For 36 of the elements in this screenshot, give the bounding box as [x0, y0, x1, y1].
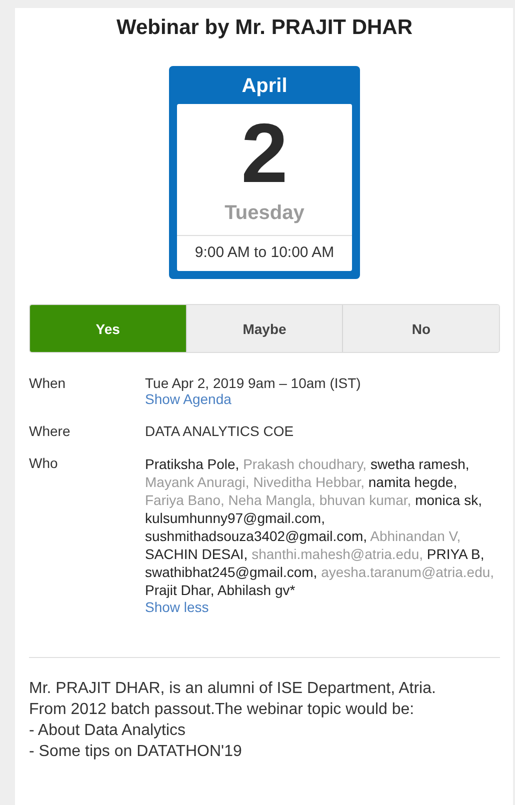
- description-text: Mr. PRAJIT DHAR, is an alumni of ISE Department, Atria. From 2012 batch passout.The webinar topic would be: - About Data Analytics - Some tips on DATATHON'19: [29, 679, 437, 762]
- show-less-link[interactable]: Show less: [145, 599, 209, 615]
- guest-name: Fariya Bano,: [145, 492, 224, 508]
- guest-name: bhuvan kumar,: [319, 492, 412, 508]
- guest-name: Prakash choudhary,: [243, 456, 367, 472]
- guest-name: Abhinandan V,: [370, 528, 461, 544]
- weekday-label: Tuesday: [224, 201, 306, 226]
- detail-label: When: [29, 375, 67, 393]
- guest-name: sushmithadsouza3402@gmail.com,: [145, 528, 367, 544]
- guest-name: Abhilash gv*: [217, 582, 296, 598]
- guest-name: swetha ramesh,: [370, 456, 470, 472]
- event-title: Webinar by Mr. PRAJIT DHAR: [116, 16, 414, 40]
- guest-name: ayesha.taranum@atria.edu,: [321, 564, 494, 580]
- guest-name: shanthi.mahesh@atria.edu,: [252, 546, 424, 562]
- guest-name: monica sk,: [415, 492, 482, 508]
- detail-label: Where: [29, 423, 72, 439]
- guest-name: Niveditha Hebbar,: [253, 474, 364, 490]
- rsvp-button[interactable]: No: [342, 305, 499, 352]
- month-label: April: [240, 74, 288, 99]
- guest-name: swathibhat245@gmail.com,: [145, 564, 318, 580]
- detail-label: Who: [29, 455, 59, 473]
- detail-value: Tue Apr 2, 2019 9am – 10am (IST): [145, 375, 361, 391]
- guest-name: namita hegde,: [368, 474, 458, 490]
- rsvp-button[interactable]: Yes: [30, 305, 186, 352]
- guest-name: SACHIN DESAI,: [145, 546, 248, 562]
- rsvp-button[interactable]: Maybe: [186, 305, 342, 352]
- guest-name: kulsumhunny97@gmail.com,: [145, 510, 325, 526]
- guest-name: Pratiksha Pole,: [145, 456, 240, 472]
- time-range: 9:00 AM to 10:00 AM: [177, 235, 352, 271]
- guest-name: Mayank Anuragi,: [145, 474, 250, 490]
- day-number: 2: [240, 105, 289, 198]
- agenda-link[interactable]: Show Agenda: [145, 391, 232, 407]
- detail-value: DATA ANALYTICS COE: [145, 423, 294, 439]
- guest-name: Prajit Dhar,: [145, 582, 214, 598]
- guest-name: PRIYA B,: [426, 546, 484, 562]
- guest-name: Neha Mangla,: [228, 492, 316, 508]
